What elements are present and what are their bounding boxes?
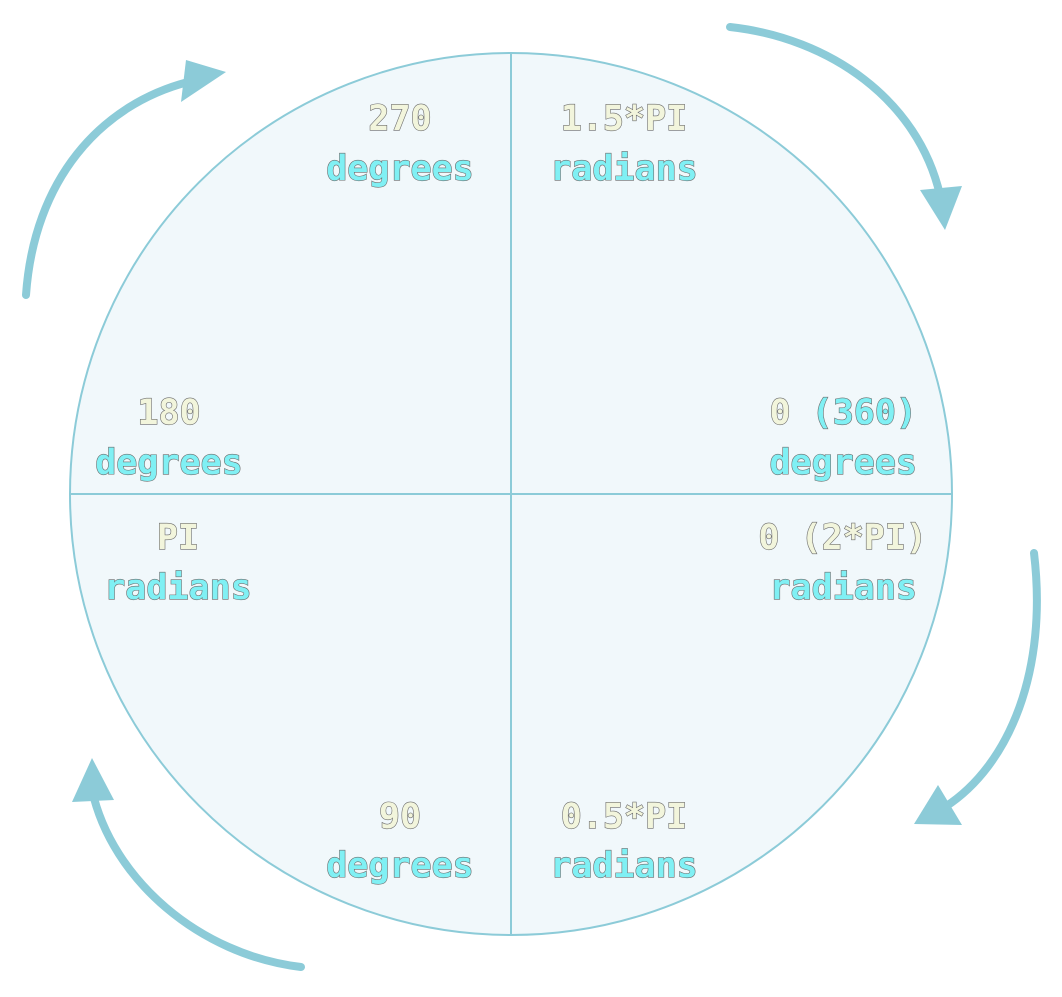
label-90-unit: degrees (326, 846, 474, 886)
label-0-rad-unit: radians (769, 568, 917, 608)
label-pi-unit: radians (104, 568, 252, 608)
label-0-deg-value: 0 (769, 393, 790, 433)
label-0-5pi-unit: radians (550, 846, 698, 886)
label-90-value: 90 (379, 797, 421, 837)
label-1-5pi-value: 1.5*PI (561, 99, 687, 139)
label-270-unit: degrees (326, 149, 474, 189)
label-0-rad-value: 0 (758, 518, 779, 558)
label-0-rad-line: 0 (2*PI) (758, 518, 927, 558)
label-270-value: 270 (368, 99, 431, 139)
label-180-value: 180 (137, 393, 200, 433)
label-0-5pi-value: 0.5*PI (561, 797, 687, 837)
label-180-unit: degrees (95, 443, 243, 483)
label-0-deg-unit: degrees (769, 443, 917, 483)
label-0-deg-line: 0 (360) (769, 393, 917, 433)
label-0-rad-alt: (2*PI) (801, 518, 927, 558)
label-1-5pi-unit: radians (550, 149, 698, 189)
label-0-deg-alt: (360) (812, 393, 917, 433)
label-pi-value: PI (157, 518, 199, 558)
angle-circle-diagram: 270 degrees 1.5*PI radians 180 degrees P… (22, 23, 1041, 971)
